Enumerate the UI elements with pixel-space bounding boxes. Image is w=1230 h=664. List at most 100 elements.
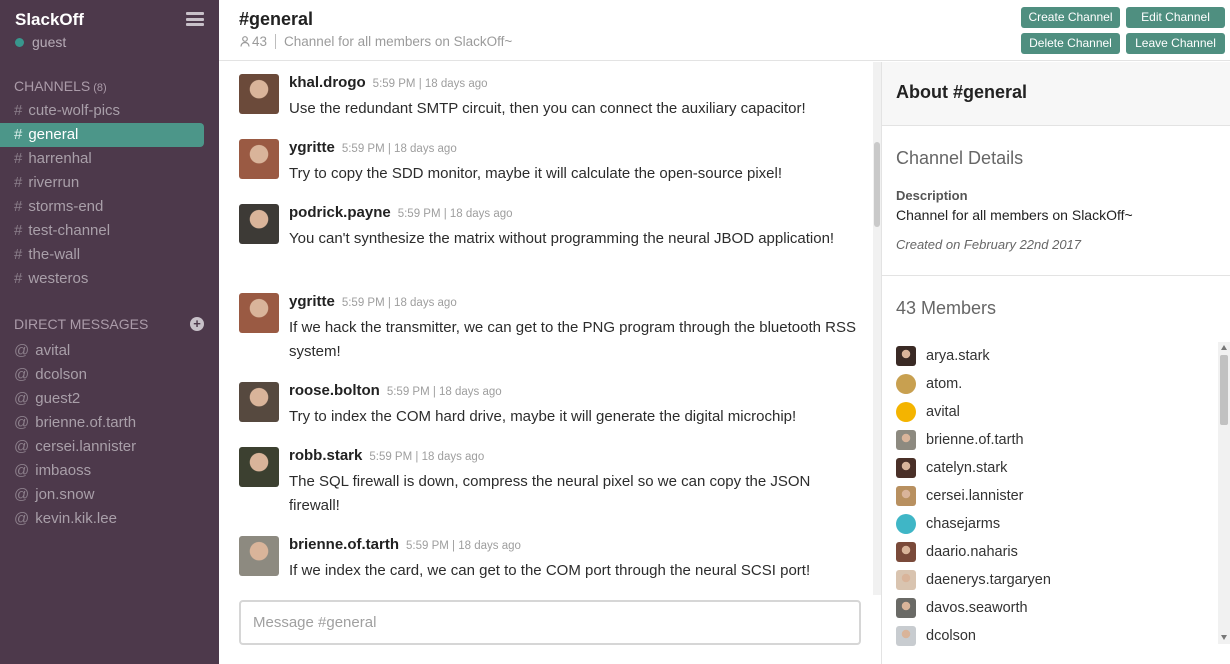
hash-icon: # [14, 150, 23, 167]
member-avatar [896, 598, 916, 618]
details-title: Channel Details [896, 148, 1024, 168]
scroll-down-icon[interactable] [1221, 635, 1227, 640]
sidebar-dm-guest2[interactable]: @ guest2 [0, 387, 219, 411]
sidebar-dm-brienne-of-tarth[interactable]: @ brienne.of.tarth [0, 411, 219, 435]
dm-label: avital [35, 342, 71, 359]
message-input[interactable] [239, 600, 861, 645]
message-author[interactable]: roose.bolton [289, 382, 380, 399]
message-author[interactable]: podrick.payne [289, 204, 391, 221]
member-name: brienne.of.tarth [926, 432, 1024, 448]
dm-label: brienne.of.tarth [35, 414, 137, 431]
members-scrollbar[interactable] [1218, 342, 1230, 644]
hash-icon: # [14, 246, 23, 263]
sidebar-channel-storms-end[interactable]: # storms-end [0, 195, 219, 219]
scroll-up-icon[interactable] [1221, 345, 1227, 350]
sidebar-channel-test-channel[interactable]: # test-channel [0, 219, 219, 243]
member-item[interactable]: chasejarms [896, 510, 1216, 538]
member-name: arya.stark [926, 348, 990, 364]
sidebar-channel-general[interactable]: # general [0, 123, 204, 147]
create-channel-button[interactable]: Create Channel [1021, 7, 1120, 28]
member-count[interactable]: 43 [252, 34, 267, 49]
member-item[interactable]: arya.stark [896, 342, 1216, 370]
member-item[interactable]: avital [896, 398, 1216, 426]
sidebar-channel-cute-wolf-pics[interactable]: # cute-wolf-pics [0, 99, 219, 123]
channel-label: general [28, 126, 79, 143]
user-status: guest [15, 34, 66, 50]
at-icon: @ [14, 390, 30, 407]
message-author[interactable]: khal.drogo [289, 74, 366, 91]
edit-channel-button[interactable]: Edit Channel [1126, 7, 1225, 28]
at-icon: @ [14, 414, 30, 431]
sidebar-channel-riverrun[interactable]: # riverrun [0, 171, 219, 195]
dm-heading[interactable]: DIRECT MESSAGES [14, 316, 148, 332]
message-author[interactable]: ygritte [289, 293, 335, 310]
avatar[interactable] [239, 536, 279, 576]
dm-label: jon.snow [35, 486, 95, 503]
delete-channel-button[interactable]: Delete Channel [1021, 33, 1120, 54]
sidebar-channel-the-wall[interactable]: # the-wall [0, 243, 219, 267]
leave-channel-button[interactable]: Leave Channel [1126, 33, 1225, 54]
message-text: Use the redundant SMTP circuit, then you… [289, 100, 806, 117]
sidebar-dm-jon-snow[interactable]: @ jon.snow [0, 483, 219, 507]
channel-meta: 43 Channel for all members on SlackOff~ [240, 34, 512, 49]
avatar[interactable] [239, 74, 279, 114]
sidebar: SlackOff guest CHANNELS (8) # cute-wolf-pi… [0, 0, 219, 664]
sidebar-dm-cersei-lannister[interactable]: @ cersei.lannister [0, 435, 219, 459]
at-icon: @ [14, 486, 30, 503]
current-username: guest [32, 34, 67, 50]
message-timestamp: 5:59 PM | 18 days ago [397, 208, 513, 220]
member-avatar [896, 514, 916, 534]
message-list[interactable]: khal.drogo 5:59 PM | 18 days ago Use the r… [219, 62, 874, 595]
channel-description: Channel for all members on SlackOff~ [284, 34, 513, 49]
message-text: The SQL firewall is down, compress the n… [289, 473, 811, 514]
panel-divider [882, 275, 1230, 276]
member-item[interactable]: daenerys.targaryen [896, 566, 1216, 594]
member-item[interactable]: daario.naharis [896, 538, 1216, 566]
channel-header: #general 43 Channel for all members on S… [219, 0, 1230, 61]
hash-icon: # [14, 102, 23, 119]
channel-label: riverrun [28, 174, 80, 191]
member-name: cersei.lannister [926, 488, 1024, 504]
scroll-thumb[interactable] [1220, 355, 1228, 425]
channel-title: #general [239, 9, 314, 29]
member-item[interactable]: davos.seaworth [896, 594, 1216, 622]
sidebar-dm-dcolson[interactable]: @ dcolson [0, 363, 219, 387]
message-author[interactable]: robb.stark [289, 447, 362, 464]
avatar[interactable] [239, 382, 279, 422]
hash-icon: # [14, 126, 23, 143]
message-text: Try to copy the SDD monitor, maybe it wi… [289, 165, 782, 182]
sidebar-dm-kevin-kik-lee[interactable]: @ kevin.kik.lee [0, 507, 219, 531]
message-timestamp: 5:59 PM | 18 days ago [406, 540, 521, 552]
dm-label: kevin.kik.lee [35, 510, 117, 527]
avatar[interactable] [239, 204, 279, 244]
message-text: You can't synthesize the matrix without … [289, 230, 835, 247]
message-text: Try to index the COM hard drive, maybe i… [289, 408, 797, 425]
meta-divider [275, 34, 277, 49]
member-name: daenerys.targaryen [926, 572, 1051, 588]
hash-icon: # [14, 222, 23, 239]
sidebar-dm-avital[interactable]: @ avital [0, 339, 219, 363]
sidebar-channel-westeros[interactable]: # westeros [0, 267, 219, 291]
sidebar-channel-harrenhal[interactable]: # harrenhal [0, 147, 219, 171]
brand-name: SlackOff [15, 10, 84, 29]
message-text: If we index the card, we can get to the … [289, 562, 811, 579]
message-scrollbar[interactable] [873, 62, 881, 595]
message-author[interactable]: ygritte [289, 139, 335, 156]
member-item[interactable]: dcolson [896, 622, 1216, 650]
channel-label: test-channel [28, 222, 111, 239]
menu-icon[interactable] [186, 12, 204, 26]
avatar[interactable] [239, 139, 279, 179]
member-item[interactable]: catelyn.stark [896, 454, 1216, 482]
message-timestamp: 5:59 PM | 18 days ago [369, 451, 485, 463]
member-item[interactable]: atom. [896, 370, 1216, 398]
sidebar-dm-imbaoss[interactable]: @ imbaoss [0, 459, 219, 483]
avatar[interactable] [239, 447, 279, 487]
add-dm-icon[interactable]: + [190, 317, 204, 331]
avatar[interactable] [239, 293, 279, 333]
channels-heading[interactable]: CHANNELS (8) [14, 78, 107, 94]
members-title: 43 Members [896, 298, 997, 318]
member-item[interactable]: brienne.of.tarth [896, 426, 1216, 454]
member-item[interactable]: cersei.lannister [896, 482, 1216, 510]
scroll-thumb[interactable] [874, 142, 880, 227]
message-author[interactable]: brienne.of.tarth [289, 536, 399, 553]
